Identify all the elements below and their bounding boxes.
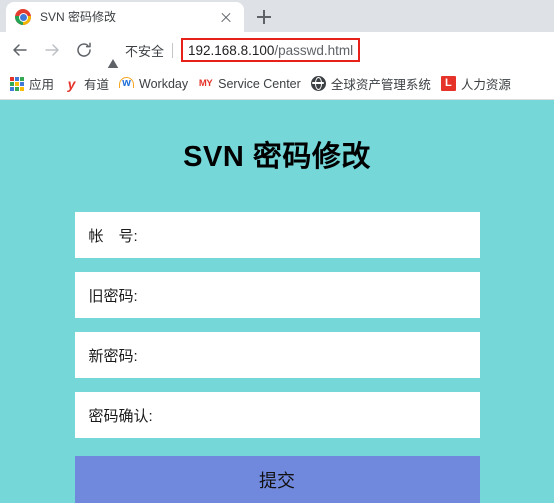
- field-new-password[interactable]: 新密码:: [74, 332, 480, 378]
- security-status-label: 不安全: [125, 43, 165, 59]
- field-label: 密码确认:: [88, 407, 153, 425]
- apps-grid-icon: [10, 76, 24, 91]
- globe-icon: [310, 76, 326, 91]
- bookmark-label: 人力资源: [460, 78, 511, 92]
- field-label: 旧密码:: [88, 287, 138, 305]
- address-bar[interactable]: 不安全 192.168.8.100 /passwd.html: [106, 37, 546, 71]
- url-path-text: /passwd.html: [274, 42, 354, 58]
- hr-icon: L: [440, 76, 456, 91]
- forward-button[interactable]: [38, 36, 66, 64]
- url-host-text: 192.168.8.100: [188, 42, 275, 58]
- field-confirm-password[interactable]: 密码确认:: [74, 392, 480, 438]
- back-arrow-icon: [13, 44, 27, 56]
- reload-button[interactable]: [70, 36, 98, 64]
- page-content: SVN 密码修改 帐 号: 旧密码: 新密码: 密码确认: 提交: [0, 100, 554, 503]
- warning-triangle-icon: [106, 43, 120, 71]
- old-password-input[interactable]: [137, 272, 480, 318]
- field-old-password[interactable]: 旧密码:: [74, 272, 480, 318]
- bookmark-service-center[interactable]: MY Service Center: [193, 72, 306, 96]
- browser-toolbar: 不安全 192.168.8.100 /passwd.html: [0, 32, 554, 71]
- browser-chrome: SVN 密码修改 不安全 192.168.8.100 /passwd.html …: [0, 0, 554, 100]
- forward-arrow-icon: [45, 44, 59, 56]
- bookmark-label: Workday: [139, 76, 189, 91]
- workday-icon: w: [119, 76, 135, 91]
- password-change-form: 帐 号: 旧密码: 新密码: 密码确认: 提交: [0, 212, 554, 503]
- my-icon: MY: [198, 77, 213, 89]
- submit-button[interactable]: 提交: [74, 456, 480, 503]
- bookmark-hr[interactable]: L 人力资源: [436, 72, 516, 96]
- bookmark-label: 应用: [29, 78, 55, 92]
- account-input[interactable]: [137, 212, 480, 258]
- bookmark-label: Service Center: [218, 76, 301, 91]
- omnibox-divider: [172, 42, 174, 58]
- close-icon[interactable]: [218, 9, 234, 25]
- bookmarks-bar: 应用 y 有道 w Workday MY Service Center 全球资产…: [0, 68, 554, 100]
- bookmark-label: 有道: [84, 78, 110, 92]
- chrome-favicon-icon: [15, 9, 31, 25]
- new-tab-button[interactable]: [250, 3, 278, 31]
- workday-glyph: w: [122, 77, 131, 89]
- bookmark-youdao[interactable]: y 有道: [59, 72, 114, 96]
- bookmark-apps[interactable]: 应用: [5, 72, 59, 96]
- url-highlight-box[interactable]: 192.168.8.100 /passwd.html: [181, 38, 361, 62]
- new-password-input[interactable]: [137, 332, 480, 378]
- youdao-icon: y: [67, 75, 76, 92]
- back-button[interactable]: [6, 36, 34, 64]
- tab-strip: SVN 密码修改: [0, 0, 554, 32]
- bookmark-workday[interactable]: w Workday: [114, 72, 193, 96]
- browser-window: SVN 密码修改 不安全 192.168.8.100 /passwd.html …: [0, 0, 554, 503]
- page-title: SVN 密码修改: [183, 141, 371, 173]
- confirm-password-input[interactable]: [152, 392, 480, 438]
- field-label: 帐 号:: [88, 227, 138, 245]
- browser-tab[interactable]: SVN 密码修改: [6, 2, 244, 32]
- field-label: 新密码:: [88, 347, 138, 365]
- reload-icon: [77, 42, 91, 57]
- bookmark-global-asset-system[interactable]: 全球资产管理系统: [306, 72, 436, 96]
- field-account[interactable]: 帐 号:: [74, 212, 480, 258]
- bookmark-label: 全球资产管理系统: [330, 78, 431, 92]
- tab-title: SVN 密码修改: [40, 10, 117, 24]
